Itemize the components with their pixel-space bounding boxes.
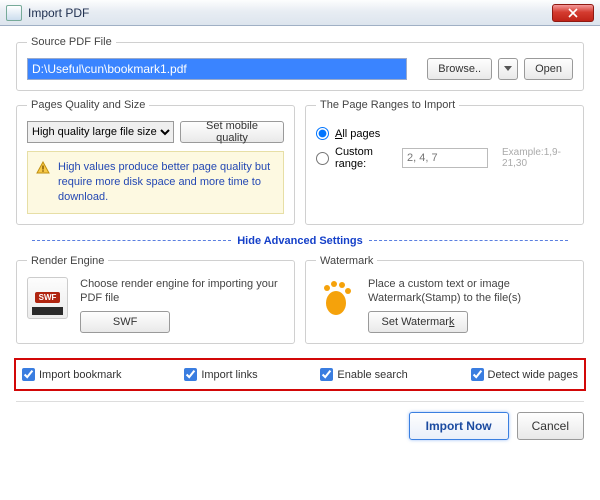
render-legend: Render Engine	[27, 255, 108, 267]
detect-wide-check[interactable]: Detect wide pages	[471, 368, 579, 381]
close-button[interactable]	[552, 4, 594, 22]
ranges-group: The Page Ranges to Import All pages Cust…	[305, 99, 584, 225]
browse-dropdown-button[interactable]	[498, 58, 518, 80]
swf-button[interactable]: SWF	[80, 311, 170, 333]
custom-range-input[interactable]	[402, 148, 488, 168]
all-pages-radio[interactable]	[316, 127, 329, 140]
mobile-quality-button[interactable]: Set mobile quality	[180, 121, 284, 143]
footer: Import Now Cancel	[16, 401, 584, 440]
custom-range-radio[interactable]	[316, 152, 329, 165]
browse-button[interactable]: Browse..	[427, 58, 492, 80]
close-icon	[568, 8, 578, 18]
swf-icon: SWF	[27, 277, 68, 319]
watermark-desc: Place a custom text or image Watermark(S…	[368, 277, 573, 306]
options-highlight: Import bookmark Import links Enable sear…	[14, 358, 586, 391]
window-title: Import PDF	[28, 6, 552, 20]
import-bookmark-check[interactable]: Import bookmark	[22, 368, 122, 381]
quality-info-text: High values produce better page quality …	[58, 161, 270, 203]
quality-legend: Pages Quality and Size	[27, 99, 149, 111]
enable-search-check[interactable]: Enable search	[320, 368, 407, 381]
cancel-button[interactable]: Cancel	[517, 412, 584, 440]
watermark-legend: Watermark	[316, 255, 377, 267]
chevron-down-icon	[504, 66, 512, 72]
app-icon	[6, 5, 22, 21]
ranges-legend: The Page Ranges to Import	[316, 99, 459, 111]
foot-icon	[316, 277, 356, 319]
render-group: Render Engine SWF Choose render engine f…	[16, 255, 295, 345]
render-desc: Choose render engine for importing your …	[80, 277, 284, 306]
set-watermark-button[interactable]: Set Watermark	[368, 311, 468, 333]
quality-info: High values produce better page quality …	[27, 151, 284, 214]
all-pages-label: All pages	[335, 128, 380, 140]
quality-group: Pages Quality and Size High quality larg…	[16, 99, 295, 225]
watermark-group: Watermark Place a custom text or image W…	[305, 255, 584, 345]
titlebar: Import PDF	[0, 0, 600, 26]
custom-range-label: Custom range:	[335, 146, 396, 170]
import-links-check[interactable]: Import links	[184, 368, 257, 381]
quality-select[interactable]: High quality large file size	[27, 121, 174, 143]
source-group: Source PDF File Browse.. Open	[16, 36, 584, 91]
warning-icon	[36, 161, 50, 175]
advanced-divider[interactable]: Hide Advanced Settings	[16, 235, 584, 247]
open-button[interactable]: Open	[524, 58, 573, 80]
source-path-input[interactable]	[27, 58, 407, 80]
import-now-button[interactable]: Import Now	[409, 412, 509, 440]
example-label: Example:1,9-21,30	[502, 147, 573, 169]
source-legend: Source PDF File	[27, 36, 116, 48]
